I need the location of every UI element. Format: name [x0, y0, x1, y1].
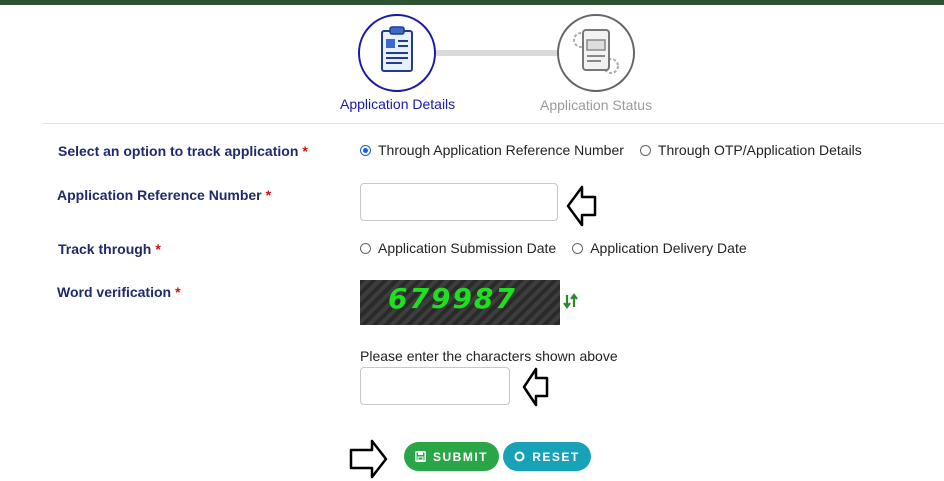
radio-label-otp-details: Through OTP/Application Details [657, 142, 862, 158]
reference-number-label-text: Application Reference Number [57, 187, 262, 203]
left-arrow-icon [522, 367, 549, 407]
word-verification-label: Word verification * [57, 284, 181, 300]
step-application-details[interactable] [358, 14, 436, 92]
left-arrow-icon [566, 185, 597, 227]
circle-icon [514, 451, 525, 462]
step-label-application-details: Application Details [340, 96, 456, 112]
captcha-input[interactable] [360, 367, 510, 405]
captcha-hint: Please enter the characters shown above [360, 348, 618, 364]
captcha-image: 679987 [360, 280, 560, 325]
track-through-label: Track through * [58, 241, 161, 257]
required-marker: * [265, 187, 272, 203]
radio-label-reference-number: Through Application Reference Number [378, 142, 624, 158]
clipboard-icon [381, 26, 413, 72]
radio-option-submission-date[interactable]: Application Submission Date [360, 240, 556, 256]
reset-button-label: RESET [532, 449, 580, 464]
radio-option-otp-details[interactable]: Through OTP/Application Details [639, 142, 862, 158]
radio-label-submission-date: Application Submission Date [378, 240, 557, 256]
radio-button-reference-number[interactable] [360, 144, 371, 156]
track-through-radio-group: Application Submission Date Application … [360, 240, 763, 256]
word-verification-label-text: Word verification [57, 284, 172, 300]
radio-button-otp-details[interactable] [639, 144, 651, 156]
submit-button[interactable]: SUBMIT [404, 442, 499, 471]
divider [42, 123, 944, 124]
required-marker: * [302, 143, 308, 159]
radio-label-delivery-date: Application Delivery Date [590, 240, 747, 256]
radio-button-delivery-date[interactable] [572, 242, 584, 254]
track-through-label-text: Track through [58, 241, 152, 257]
step-label-application-status: Application Status [540, 97, 653, 113]
refresh-icon[interactable] [563, 292, 579, 310]
document-gear-icon [573, 29, 619, 74]
reset-button[interactable]: RESET [503, 442, 591, 471]
radio-button-submission-date[interactable] [360, 242, 371, 254]
track-option-label-text: Select an option to track application [58, 143, 299, 159]
stepper-connector [436, 50, 558, 56]
reference-number-label: Application Reference Number * [57, 187, 271, 203]
required-marker: * [175, 284, 181, 300]
required-marker: * [155, 241, 161, 257]
captcha-text: 679987 [388, 282, 517, 315]
radio-option-reference-number[interactable]: Through Application Reference Number [360, 142, 624, 158]
top-bar [0, 0, 944, 5]
track-option-radio-group: Through Application Reference Number Thr… [360, 142, 878, 158]
radio-option-delivery-date[interactable]: Application Delivery Date [572, 240, 747, 256]
submit-button-label: SUBMIT [433, 449, 488, 464]
reference-number-input[interactable] [360, 183, 558, 221]
track-option-label: Select an option to track application * [58, 143, 308, 159]
right-arrow-icon [349, 439, 388, 479]
step-application-status[interactable] [557, 14, 635, 92]
save-icon [415, 451, 426, 462]
